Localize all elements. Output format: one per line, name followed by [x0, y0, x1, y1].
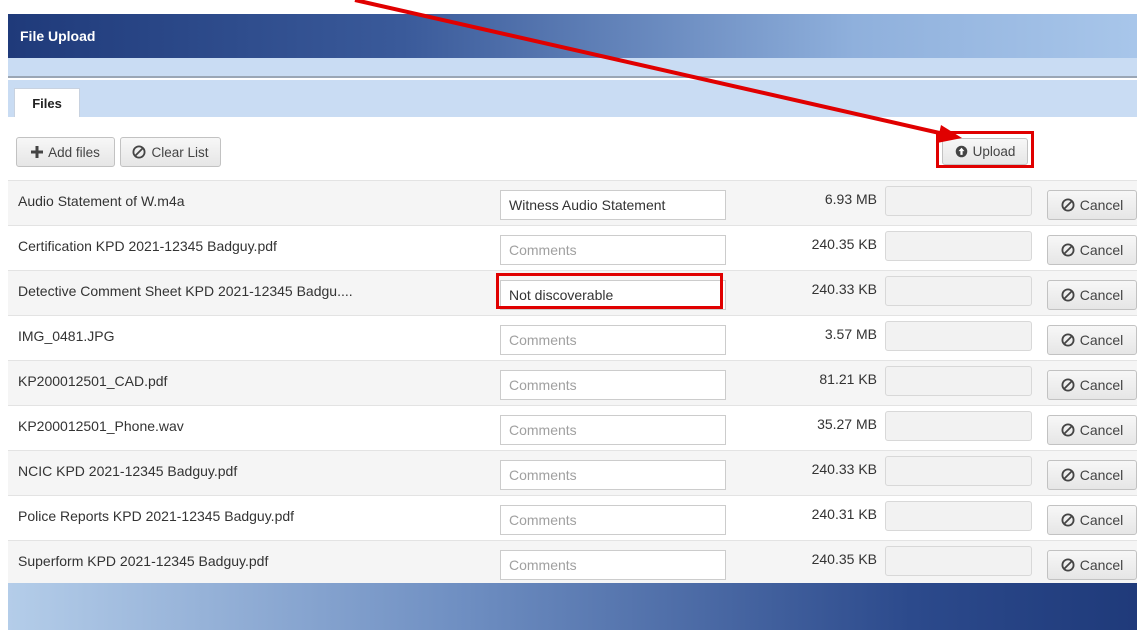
clear-list-button[interactable]: Clear List	[120, 137, 221, 167]
file-size: 240.35 KB	[811, 236, 877, 252]
comment-input[interactable]	[500, 505, 726, 535]
file-size: 81.21 KB	[819, 371, 877, 387]
cancel-button[interactable]: Cancel	[1047, 190, 1137, 220]
file-name: KP200012501_CAD.pdf	[18, 373, 168, 389]
ban-icon	[1061, 198, 1075, 212]
upload-progress-bar	[885, 501, 1032, 531]
cancel-label: Cancel	[1079, 512, 1124, 528]
file-name: Certification KPD 2021-12345 Badguy.pdf	[18, 238, 277, 254]
upload-progress-bar	[885, 186, 1032, 216]
file-size: 3.57 MB	[824, 326, 877, 342]
cancel-button[interactable]: Cancel	[1047, 505, 1137, 535]
comment-input[interactable]	[500, 280, 726, 310]
ban-icon	[132, 145, 146, 159]
cancel-label: Cancel	[1079, 557, 1124, 573]
file-name: Police Reports KPD 2021-12345 Badguy.pdf	[18, 508, 295, 524]
window-title-bar: File Upload	[8, 14, 1137, 58]
cancel-label: Cancel	[1079, 467, 1124, 483]
ban-icon	[1061, 423, 1075, 437]
file-size: 240.33 KB	[811, 461, 877, 477]
bottom-bar	[8, 583, 1137, 630]
ban-icon	[1061, 243, 1075, 257]
file-row: Audio Statement of W.m4a 6.93 MB Cancel	[8, 180, 1137, 225]
cancel-button[interactable]: Cancel	[1047, 325, 1137, 355]
file-size: 35.27 MB	[817, 416, 877, 432]
title-sub-bar	[8, 58, 1137, 78]
ban-icon	[1061, 558, 1075, 572]
ban-icon	[1061, 288, 1075, 302]
file-name: Superform KPD 2021-12345 Badguy.pdf	[18, 553, 269, 569]
comment-input[interactable]	[500, 460, 726, 490]
upload-button[interactable]: Upload	[942, 138, 1028, 165]
cancel-label: Cancel	[1079, 197, 1124, 213]
upload-progress-bar	[885, 411, 1032, 441]
circle-up-arrow-icon	[955, 145, 967, 158]
file-row: Certification KPD 2021-12345 Badguy.pdf …	[8, 225, 1137, 270]
upload-progress-bar	[885, 321, 1032, 351]
plus-icon	[31, 146, 44, 158]
file-name: Detective Comment Sheet KPD 2021-12345 B…	[18, 283, 353, 299]
upload-progress-bar	[885, 231, 1032, 261]
upload-progress-bar	[885, 456, 1032, 486]
tab-files-label: Files	[32, 95, 62, 111]
file-name: Audio Statement of W.m4a	[18, 193, 185, 209]
comment-input[interactable]	[500, 415, 726, 445]
cancel-button[interactable]: Cancel	[1047, 550, 1137, 580]
file-list: Audio Statement of W.m4a 6.93 MB Cancel …	[8, 180, 1137, 585]
upload-progress-bar	[885, 546, 1032, 576]
cancel-label: Cancel	[1079, 377, 1124, 393]
cancel-label: Cancel	[1079, 422, 1124, 438]
add-files-button[interactable]: Add files	[16, 137, 115, 167]
upload-progress-bar	[885, 366, 1032, 396]
cancel-button[interactable]: Cancel	[1047, 370, 1137, 400]
tab-files[interactable]: Files	[14, 88, 80, 117]
ban-icon	[1061, 513, 1075, 527]
file-size: 6.93 MB	[824, 191, 877, 207]
file-row: NCIC KPD 2021-12345 Badguy.pdf 240.33 KB…	[8, 450, 1137, 495]
cancel-label: Cancel	[1079, 332, 1124, 348]
file-size: 240.35 KB	[811, 551, 877, 567]
clear-list-label: Clear List	[151, 144, 209, 160]
window-title: File Upload	[20, 28, 96, 44]
file-row: Superform KPD 2021-12345 Badguy.pdf 240.…	[8, 540, 1137, 585]
ban-icon	[1061, 333, 1075, 347]
file-row: Detective Comment Sheet KPD 2021-12345 B…	[8, 270, 1137, 315]
ban-icon	[1061, 468, 1075, 482]
comment-input[interactable]	[500, 190, 726, 220]
cancel-button[interactable]: Cancel	[1047, 280, 1137, 310]
cancel-button[interactable]: Cancel	[1047, 235, 1137, 265]
file-name: KP200012501_Phone.wav	[18, 418, 184, 434]
upload-label: Upload	[972, 144, 1016, 159]
file-name: NCIC KPD 2021-12345 Badguy.pdf	[18, 463, 238, 479]
file-size: 240.31 KB	[811, 506, 877, 522]
cancel-button[interactable]: Cancel	[1047, 460, 1137, 490]
comment-input[interactable]	[500, 370, 726, 400]
tab-strip: Files	[8, 80, 1137, 117]
add-files-label: Add files	[48, 144, 100, 160]
file-row: KP200012501_CAD.pdf 81.21 KB Cancel	[8, 360, 1137, 405]
file-size: 240.33 KB	[811, 281, 877, 297]
cancel-label: Cancel	[1079, 287, 1124, 303]
upload-progress-bar	[885, 276, 1032, 306]
file-row: KP200012501_Phone.wav 35.27 MB Cancel	[8, 405, 1137, 450]
comment-input[interactable]	[500, 550, 726, 580]
cancel-button[interactable]: Cancel	[1047, 415, 1137, 445]
file-row: IMG_0481.JPG 3.57 MB Cancel	[8, 315, 1137, 360]
file-name: IMG_0481.JPG	[18, 328, 115, 344]
ban-icon	[1061, 378, 1075, 392]
comment-input[interactable]	[500, 235, 726, 265]
file-row: Police Reports KPD 2021-12345 Badguy.pdf…	[8, 495, 1137, 540]
comment-input[interactable]	[500, 325, 726, 355]
cancel-label: Cancel	[1079, 242, 1124, 258]
